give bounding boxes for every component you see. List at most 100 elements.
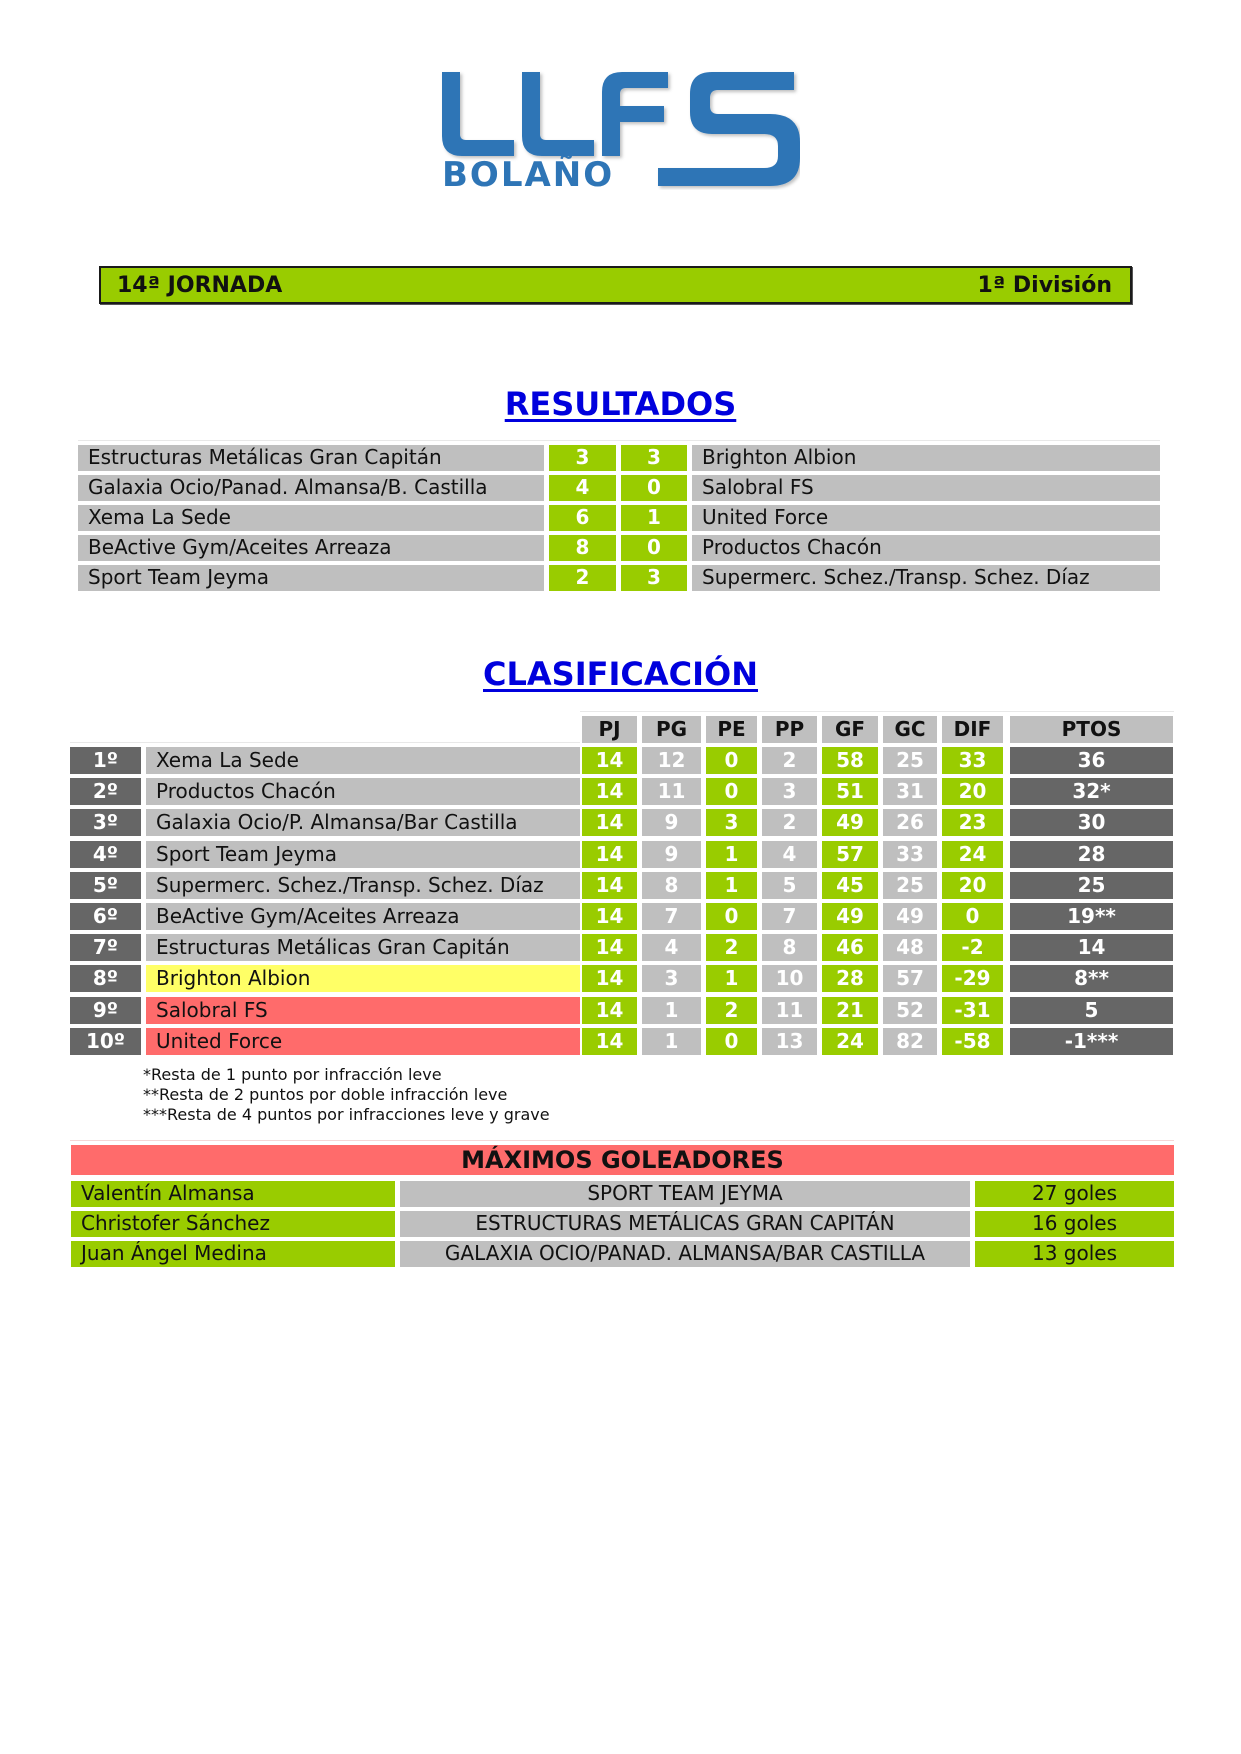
position-badge: 10º [70,1027,141,1055]
division-label: 1ª División [977,273,1112,298]
stat-pg: 9 [642,809,701,837]
team-name: Sport Team Jeyma [146,840,580,868]
column-header-pe: PE [706,716,757,743]
stat-gf: 58 [822,747,878,774]
stat-ptos: -1*** [1010,1027,1173,1055]
away-goals: 0 [621,475,687,501]
stat-dif: 24 [942,840,1003,868]
stat-pj: 14 [582,965,637,993]
column-header-pp: PP [762,716,817,743]
away-team: Supermerc. Schez./Transp. Schez. Díaz [692,565,1160,591]
home-team: Estructuras Metálicas Gran Capitán [78,445,544,471]
stat-pe: 2 [706,934,757,962]
standings-left-rule [70,742,580,743]
stat-pg: 3 [642,965,701,993]
stat-pp: 4 [762,840,817,868]
stat-gf: 24 [822,1027,878,1055]
position-badge: 1º [70,747,141,774]
stat-pg: 12 [642,747,701,774]
stat-ptos: 30 [1010,809,1173,837]
stat-ptos: 32* [1010,778,1173,806]
stat-pg: 9 [642,840,701,868]
stat-pp: 3 [762,778,817,806]
stat-pj: 14 [582,840,637,868]
stat-gc: 25 [883,871,937,899]
round-banner: 14ª JORNADA 1ª División [99,266,1132,304]
stat-pp: 5 [762,871,817,899]
round-label: 14ª JORNADA [117,273,283,298]
stat-dif: -29 [942,965,1003,993]
scorer-goals: 13 goles [975,1241,1174,1267]
stat-dif: 20 [942,778,1003,806]
team-name: Salobral FS [146,996,580,1024]
stat-pg: 4 [642,934,701,962]
position-badge: 7º [70,934,141,962]
stat-pj: 14 [582,747,637,774]
scorers-top-rule [70,1140,1174,1141]
away-goals: 3 [621,445,687,471]
stat-gf: 45 [822,871,878,899]
stat-dif: 0 [942,903,1003,930]
stat-ptos: 8** [1010,965,1173,993]
stat-pg: 11 [642,778,701,806]
scorer-team: GALAXIA OCIO/PANAD. ALMANSA/BAR CASTILLA [400,1241,970,1267]
stat-ptos: 25 [1010,871,1173,899]
stat-gf: 21 [822,996,878,1024]
stat-pg: 1 [642,1027,701,1055]
team-name: Productos Chacón [146,778,580,806]
footnote: **Resta de 2 puntos por doble infracción… [143,1085,508,1104]
stat-pj: 14 [582,903,637,930]
stat-pp: 2 [762,809,817,837]
stat-pg: 1 [642,996,701,1024]
team-name: Brighton Albion [146,965,580,993]
stat-gc: 26 [883,809,937,837]
stat-gc: 82 [883,1027,937,1055]
away-team: United Force [692,505,1160,531]
team-name: United Force [146,1027,580,1055]
stat-pe: 0 [706,903,757,930]
scorers-title: MÁXIMOS GOLEADORES [71,1145,1174,1175]
stat-dif: -58 [942,1027,1003,1055]
stat-pj: 14 [582,996,637,1024]
column-header-gf: GF [822,716,878,743]
column-header-dif: DIF [942,716,1003,743]
stat-pp: 2 [762,747,817,774]
stat-dif: 33 [942,747,1003,774]
stat-ptos: 36 [1010,747,1173,774]
stat-dif: -2 [942,934,1003,962]
away-goals: 3 [621,565,687,591]
stat-pg: 8 [642,871,701,899]
position-badge: 2º [70,778,141,806]
team-name: Galaxia Ocio/P. Almansa/Bar Castilla [146,809,580,837]
stat-dif: -31 [942,996,1003,1024]
stat-gf: 49 [822,903,878,930]
standings-title: CLASIFICACIÓN [483,655,758,693]
results-title: RESULTADOS [504,385,737,423]
stat-gf: 28 [822,965,878,993]
stat-ptos: 14 [1010,934,1173,962]
stat-pp: 13 [762,1027,817,1055]
team-name: BeActive Gym/Aceites Arreaza [146,903,580,930]
home-goals: 6 [549,505,616,531]
scorer-goals: 16 goles [975,1211,1174,1237]
stat-ptos: 19** [1010,903,1173,930]
column-header-pj: PJ [582,716,637,743]
stat-gc: 49 [883,903,937,930]
stat-gf: 46 [822,934,878,962]
stat-dif: 23 [942,809,1003,837]
position-badge: 6º [70,903,141,930]
results-top-rule [78,440,1160,441]
home-goals: 3 [549,445,616,471]
scorer-team: SPORT TEAM JEYMA [400,1181,970,1207]
scorer-team: ESTRUCTURAS METÁLICAS GRAN CAPITÁN [400,1211,970,1237]
stat-pe: 0 [706,747,757,774]
stat-gc: 52 [883,996,937,1024]
stat-pj: 14 [582,934,637,962]
column-header-gc: GC [883,716,937,743]
stat-pe: 1 [706,871,757,899]
stat-ptos: 5 [1010,996,1173,1024]
away-goals: 1 [621,505,687,531]
position-badge: 8º [70,965,141,993]
position-badge: 9º [70,996,141,1024]
stat-dif: 20 [942,871,1003,899]
